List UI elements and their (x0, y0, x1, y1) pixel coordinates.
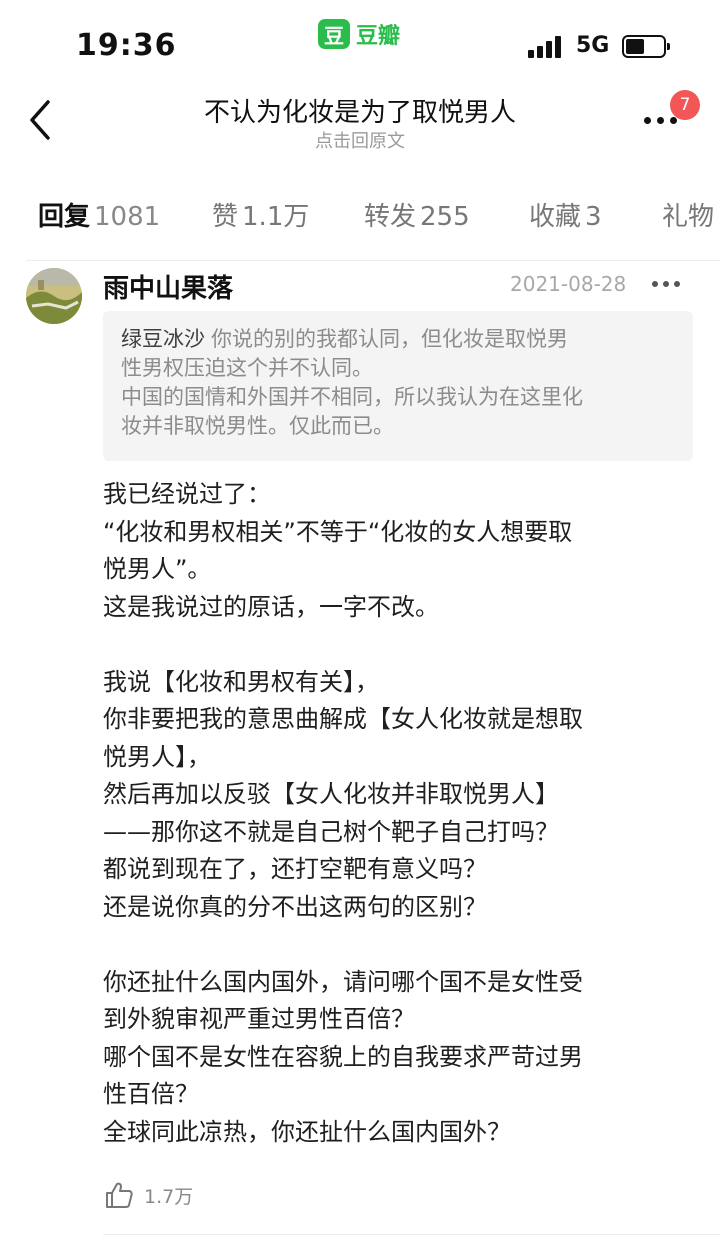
like-count: 1.7万 (144, 1185, 194, 1208)
tab-gifts[interactable]: 礼物 (662, 196, 714, 233)
quote-text-line: 性男权压迫这个并不认同。 (121, 356, 373, 380)
comment-line: 这是我说过的原话，一字不改。 (103, 592, 439, 621)
comment-body: 我已经说过了： “化妆和男权相关”不等于“化妆的女人想要取 悦男人”。 这是我说… (103, 476, 693, 1151)
like-button[interactable]: 1.7万 (104, 1180, 193, 1210)
more-dots-icon (644, 117, 651, 124)
quote-text-line: 中国的国情和外国并不相同，所以我认为在这里化 (121, 385, 583, 409)
tab-bar: 回复 1081 赞 1.1万 转发 255 收藏 3 礼物 (0, 196, 720, 246)
app-indicator: 豆 豆瓣 (318, 18, 400, 50)
tab-replies[interactable]: 回复 1081 (38, 196, 160, 233)
comment-date: 2021-08-28 (510, 272, 627, 296)
comment-line (103, 626, 693, 664)
page-title: 不认为化妆是为了取悦男人 (203, 98, 516, 128)
comment-more-button[interactable] (652, 281, 680, 287)
comment-line: 全球同此凉热，你还扯什么国内国外？ (103, 1117, 511, 1146)
quote-author: 绿豆冰沙 (121, 327, 205, 351)
comment-line: 然后再加以反驳【女人化妆并非取悦男人】 (103, 780, 559, 808)
tab-reposts[interactable]: 转发 255 (364, 196, 470, 233)
avatar[interactable] (26, 268, 82, 324)
comment-line: 你还扯什么国内国外，请问哪个国不是女性受 (103, 967, 583, 996)
status-time: 19:36 (76, 28, 177, 63)
thumbs-up-icon (106, 1182, 133, 1208)
comment-author[interactable]: 雨中山果落 (103, 268, 233, 305)
notification-badge: 7 (670, 90, 700, 120)
comment-line: 我说【化妆和男权有关】， (103, 667, 379, 696)
comment-line: ——那你这不就是自己树个靶子自己打吗？ (103, 817, 559, 846)
network-type: 5G (576, 33, 610, 58)
tab-divider (26, 260, 720, 261)
comment-line: 我已经说过了： (103, 480, 271, 508)
tab-likes[interactable]: 赞 1.1万 (212, 196, 309, 233)
nav-bar: 不认为化妆是为了取悦男人 点击回原文 7 (0, 80, 720, 160)
comment-line: 悦男人”。 (103, 555, 212, 583)
more-button[interactable] (644, 117, 677, 124)
comment-line: 你非要把我的意思曲解成【女人化妆就是想取 (103, 705, 583, 733)
avatar-image (26, 268, 82, 324)
comment-line: 到外貌审视严重过男性百倍？ (103, 1005, 415, 1033)
quoted-reply[interactable]: 绿豆冰沙 你说的别的我都认同，但化妆是取悦男 性男权压迫这个并不认同。 中国的国情… (103, 311, 693, 461)
comment-line: 悦男人】， (103, 742, 211, 771)
comment-line: 都说到现在了，还打空靶有意义吗？ (103, 855, 487, 883)
signal-icon (528, 36, 561, 58)
comment-line: 还是说你真的分不出这两句的区别？ (103, 892, 487, 921)
quote-text-line: 妆并非取悦男性。仅此而已。 (121, 414, 394, 438)
comment-line: 哪个国不是女性在容貌上的自我要求严苛过男 (103, 1042, 583, 1071)
more-dots-icon (652, 281, 658, 287)
comment-divider (103, 1234, 720, 1235)
quote-text-line: 你说的别的我都认同，但化妆是取悦男 (211, 327, 568, 351)
battery-icon (622, 35, 670, 58)
tab-favorites[interactable]: 收藏 3 (529, 196, 602, 233)
back-to-original-link[interactable]: 点击回原文 (0, 127, 720, 153)
comment-line: “化妆和男权相关”不等于“化妆的女人想要取 (103, 517, 573, 546)
app-name: 豆瓣 (356, 24, 401, 49)
comment-line: 性百倍？ (103, 1080, 199, 1108)
status-bar: 19:36 豆 豆瓣 5G (0, 0, 720, 80)
comment-line (103, 926, 693, 964)
douban-logo-icon: 豆 (318, 19, 350, 49)
